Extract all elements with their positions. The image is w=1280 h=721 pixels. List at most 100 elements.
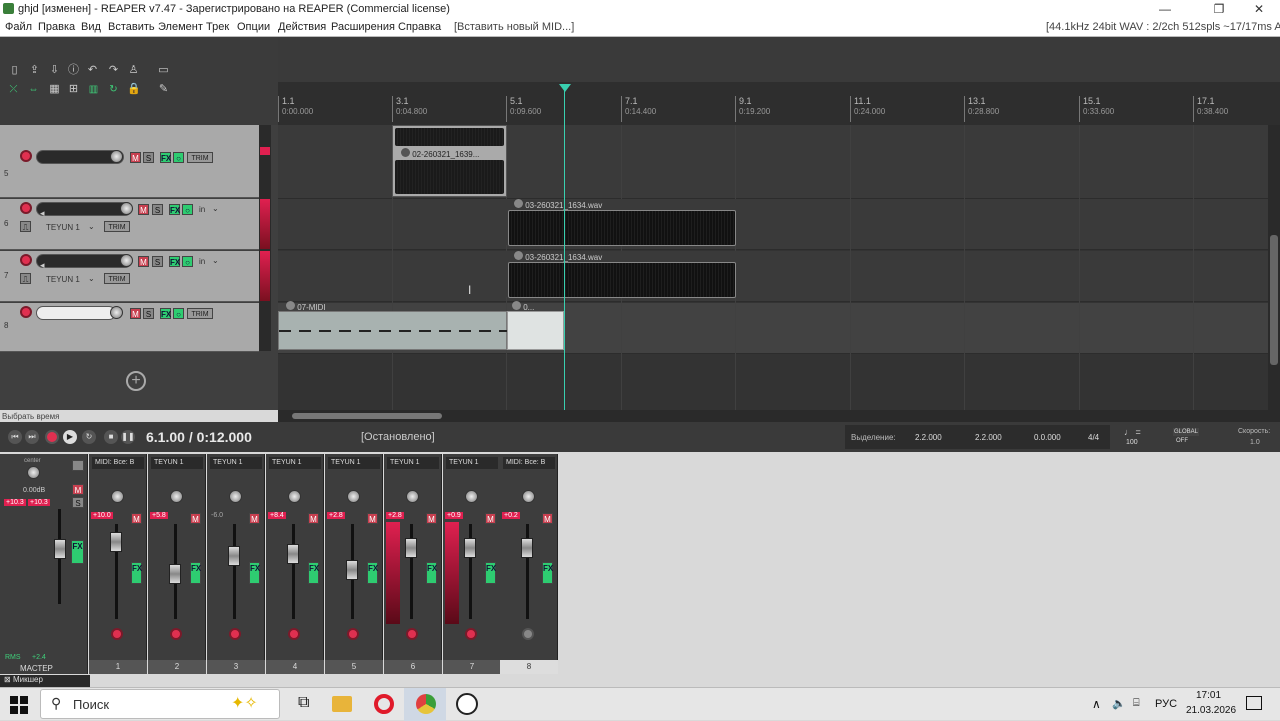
mixer-tab[interactable]: ⊠ Микшер bbox=[0, 675, 90, 687]
input-icon[interactable]: ⎍ bbox=[20, 221, 31, 232]
mixer-strip[interactable]: ТЕYUN 1 -6.0 M FX 3 bbox=[207, 454, 265, 674]
fx-button[interactable]: FX bbox=[485, 562, 496, 584]
input-icon[interactable]: ⎍ bbox=[20, 273, 31, 284]
mute-button[interactable]: M bbox=[426, 513, 437, 524]
network-icon[interactable]: ⌸ bbox=[1133, 697, 1140, 710]
close-button[interactable]: ✕ bbox=[1236, 0, 1280, 19]
menu-track[interactable]: Трек bbox=[206, 21, 229, 33]
mixer-strip[interactable]: ТЕYUN 1 +2.8 M FX 5 bbox=[325, 454, 383, 674]
mixer-strip[interactable]: MIDI: Все: В +10.0 M FX 1 bbox=[89, 454, 147, 674]
mute-button[interactable]: M bbox=[249, 513, 260, 524]
strip-input[interactable]: ТЕYUN 1 bbox=[210, 457, 262, 469]
repeat-icon[interactable]: ↻ bbox=[82, 430, 96, 444]
volume-fader[interactable] bbox=[287, 544, 299, 564]
mixer-strip[interactable]: MIDI: Все: В +0.2 M FX 8 bbox=[500, 454, 558, 674]
midi-item[interactable] bbox=[278, 311, 508, 350]
record-arm-button[interactable] bbox=[20, 150, 32, 162]
trim-button[interactable]: TRIM bbox=[104, 221, 130, 232]
mute-button[interactable]: M bbox=[131, 513, 142, 524]
project-settings-icon[interactable]: ⓘ bbox=[67, 64, 80, 77]
fx-button[interactable]: FX bbox=[169, 204, 180, 215]
reaper-taskbar-icon[interactable] bbox=[456, 693, 478, 715]
record-arm-button[interactable] bbox=[522, 628, 534, 640]
pencil-tool-icon[interactable]: ✎ bbox=[157, 83, 170, 96]
go-start-icon[interactable]: ⏮ bbox=[8, 430, 22, 444]
chevron-down-icon[interactable]: ⌄ bbox=[212, 204, 219, 213]
volume-fader[interactable] bbox=[169, 564, 181, 584]
input-select[interactable]: ТЕYUN 1 bbox=[46, 275, 80, 284]
pan-knob[interactable] bbox=[111, 490, 124, 503]
arrange-view[interactable]: 02-260321_1639... 03-260321_1634.wav 03-… bbox=[278, 125, 1268, 410]
record-button[interactable] bbox=[45, 430, 59, 444]
go-end-icon[interactable]: ⏭ bbox=[25, 430, 39, 444]
volume-fader[interactable] bbox=[521, 538, 533, 558]
record-arm-button[interactable] bbox=[170, 628, 182, 640]
chevron-down-icon[interactable]: ⌄ bbox=[212, 256, 219, 265]
fx-button[interactable]: FX bbox=[249, 562, 260, 584]
mixer-close-icon[interactable]: ⊠ bbox=[4, 675, 11, 684]
track-header[interactable]: 7 ◂ M S FX ○ in ⌄ ⎍ ТЕYUN 1 ⌄ TRIM bbox=[0, 251, 259, 302]
auto-crossfade-icon[interactable]: ⤫ bbox=[6, 82, 21, 97]
blank-tool-icon[interactable]: ▭ bbox=[157, 64, 170, 77]
vertical-scrollbar[interactable] bbox=[1268, 125, 1280, 410]
pan-knob[interactable] bbox=[406, 490, 419, 503]
fx-button[interactable]: FX bbox=[131, 562, 142, 584]
midi-item-selected[interactable] bbox=[507, 311, 564, 350]
mixer-strip[interactable]: ТЕYUN 1 +8.4 M FX 4 bbox=[266, 454, 324, 674]
record-arm-button[interactable] bbox=[347, 628, 359, 640]
selection-length[interactable]: 0.0.000 bbox=[1034, 433, 1061, 442]
chevron-down-icon[interactable]: ⌄ bbox=[88, 274, 95, 283]
strip-input[interactable]: ТЕYUN 1 bbox=[328, 457, 380, 469]
track-name-field[interactable]: ◂ bbox=[36, 254, 132, 270]
play-button[interactable]: ▶ bbox=[63, 430, 77, 444]
bpm-value[interactable]: 100 bbox=[1126, 439, 1138, 446]
record-arm-button[interactable] bbox=[20, 306, 32, 318]
strip-input[interactable]: ТЕYUN 1 bbox=[269, 457, 321, 469]
volume-fader[interactable] bbox=[228, 546, 240, 566]
strip-input[interactable]: ТЕYUN 1 bbox=[151, 457, 203, 469]
trim-button[interactable]: TRIM bbox=[104, 273, 130, 284]
solo-button[interactable]: S bbox=[143, 308, 154, 319]
fx-button[interactable]: FX bbox=[190, 562, 201, 584]
trim-button[interactable]: TRIM bbox=[187, 152, 213, 163]
volume-knob[interactable] bbox=[110, 306, 123, 319]
input-select[interactable]: ТЕYUN 1 bbox=[46, 223, 80, 232]
master-pan-knob[interactable] bbox=[27, 466, 40, 479]
global-state[interactable]: OFF bbox=[1176, 438, 1188, 444]
pan-knob[interactable] bbox=[288, 490, 301, 503]
record-arm-button[interactable] bbox=[20, 202, 32, 214]
fx-bypass-button[interactable]: ○ bbox=[173, 152, 184, 163]
language-indicator[interactable]: РУС bbox=[1155, 698, 1177, 710]
volume-fader[interactable] bbox=[405, 538, 417, 558]
volume-fader[interactable] bbox=[464, 538, 476, 558]
mute-button[interactable]: M bbox=[308, 513, 319, 524]
open-project-icon[interactable]: ⇪ bbox=[28, 64, 41, 77]
volume-knob[interactable] bbox=[110, 150, 123, 163]
fx-bypass-button[interactable]: ○ bbox=[182, 256, 193, 267]
track-name-field[interactable]: ◂ bbox=[36, 202, 132, 218]
fx-bypass-button[interactable]: ○ bbox=[173, 308, 184, 319]
mute-button[interactable]: M bbox=[542, 513, 553, 524]
audio-item[interactable]: 02-260321_1639... bbox=[392, 125, 507, 197]
insert-midi-action[interactable]: [Вставить новый MID...] bbox=[454, 21, 574, 33]
mute-button[interactable]: M bbox=[190, 513, 201, 524]
menu-options[interactable]: Опции bbox=[237, 21, 270, 33]
pan-knob[interactable] bbox=[229, 490, 242, 503]
master-mono-button[interactable] bbox=[72, 460, 84, 471]
clock-time[interactable]: 17:01 bbox=[1196, 690, 1221, 701]
time-signature[interactable]: 4/4 bbox=[1088, 433, 1099, 442]
pan-knob[interactable] bbox=[522, 490, 535, 503]
windows-start-icon[interactable] bbox=[10, 696, 28, 714]
file-explorer-icon[interactable] bbox=[332, 696, 352, 712]
fx-button[interactable]: FX bbox=[160, 308, 171, 319]
master-mute-button[interactable]: M bbox=[72, 484, 84, 495]
snap-icon[interactable]: ▥ bbox=[86, 82, 101, 97]
fx-button[interactable]: FX bbox=[542, 562, 553, 584]
loop-icon[interactable]: ↻ bbox=[106, 82, 121, 97]
record-arm-button[interactable] bbox=[111, 628, 123, 640]
opera-icon[interactable] bbox=[374, 694, 394, 714]
record-arm-button[interactable] bbox=[465, 628, 477, 640]
volume-fader[interactable] bbox=[346, 560, 358, 580]
scrollbar-thumb[interactable] bbox=[1270, 235, 1278, 365]
pan-knob[interactable] bbox=[347, 490, 360, 503]
